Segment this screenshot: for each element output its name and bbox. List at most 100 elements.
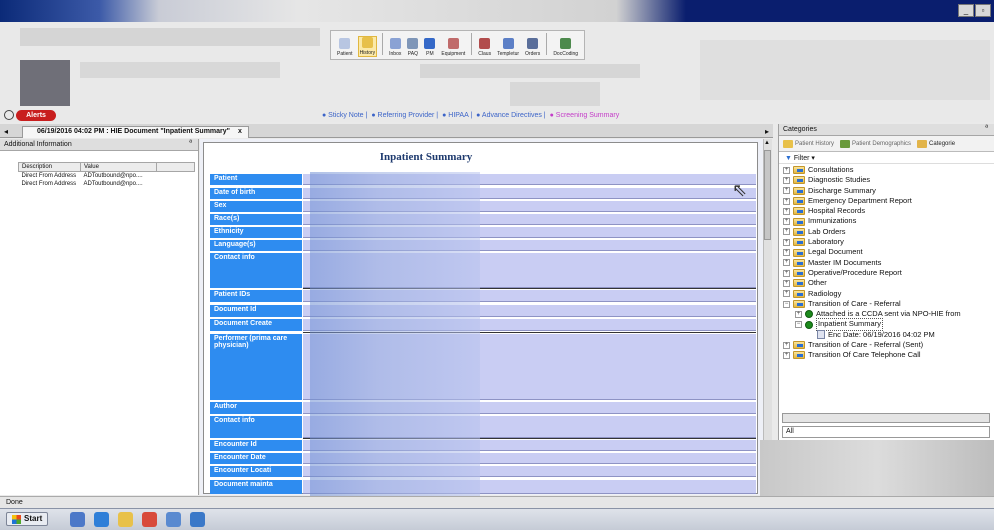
toolbar-paq-button[interactable]: PAQ	[406, 38, 419, 57]
expand-icon[interactable]: +	[783, 218, 790, 226]
tree-node[interactable]: + Emergency Department Report	[783, 196, 994, 206]
field-label: Contact info	[210, 416, 302, 438]
toolbar-label: Orders	[525, 51, 541, 57]
tab-scroll-right-icon[interactable]: ▸	[765, 127, 769, 136]
expand-icon[interactable]: +	[783, 351, 790, 359]
folder-icon	[793, 227, 805, 236]
field-label: Document Id	[210, 305, 302, 317]
cell-description: Direct From Address	[21, 180, 77, 187]
tree-node-label: Radiology	[808, 288, 842, 298]
tree-node-label: Legal Document	[808, 247, 863, 257]
cell-value: ADToutbound@npo....	[83, 180, 143, 187]
column-header-value[interactable]: Value	[80, 162, 157, 172]
tree-node[interactable]: + Radiology	[783, 289, 994, 299]
category-filter-combo[interactable]: All	[782, 426, 990, 438]
scrollbar-thumb[interactable]	[764, 150, 771, 240]
scroll-up-icon[interactable]: ▲	[764, 140, 770, 146]
quick-link-screening-summary[interactable]: ● Screening Summary	[550, 112, 620, 119]
templetur-icon	[502, 38, 514, 49]
field-label: Race(s)	[210, 214, 302, 225]
tree-node[interactable]: + Master IM Documents	[783, 258, 994, 268]
field-label: Document mainta	[210, 480, 302, 494]
tree-node[interactable]: + Laboratory	[783, 237, 994, 247]
pin-icon[interactable]: ª	[985, 125, 988, 132]
tree-node[interactable]: + Transition of Care - Referral (Sent)	[783, 340, 994, 350]
toolbar-patient-button[interactable]: Patient	[336, 38, 354, 57]
toolbar-label: Claus	[478, 51, 492, 57]
quick-link-referring-provider[interactable]: ● Referring Provider |	[371, 112, 438, 119]
taskbar-app-icon[interactable]	[142, 512, 157, 527]
tab-patient-demographics[interactable]: Patient Demographics	[840, 139, 911, 148]
expand-icon[interactable]: +	[783, 249, 790, 257]
expand-icon[interactable]: +	[783, 176, 790, 184]
categories-tabs: Patient History Patient Demographics Cat…	[779, 136, 994, 152]
quick-link-sticky-note[interactable]: ● Sticky Note |	[322, 112, 367, 119]
pin-icon[interactable]: ª	[189, 140, 192, 147]
tree-node[interactable]: + Other	[783, 278, 994, 288]
table-row[interactable]: Direct From Address ADToutbound@npo....	[19, 172, 195, 180]
taskbar-app-icon[interactable]	[166, 512, 181, 527]
toolbar-doccoding-button[interactable]: DocCoding	[552, 38, 579, 57]
tree-node[interactable]: + Lab Orders	[783, 227, 994, 237]
minimize-icon[interactable]: _	[958, 4, 974, 17]
toolbar-history-button[interactable]: History	[357, 36, 378, 57]
expand-icon[interactable]: +	[783, 166, 790, 174]
expand-icon[interactable]: +	[783, 207, 790, 215]
expand-icon[interactable]: +	[783, 187, 790, 195]
tree-node-label: Emergency Department Report	[808, 195, 912, 205]
alerts-button[interactable]: Alerts	[16, 110, 56, 121]
tree-node[interactable]: + Immunizations	[783, 216, 994, 226]
toolbar-templetur-button[interactable]: Templetur	[496, 38, 520, 57]
expand-icon[interactable]: +	[783, 197, 790, 205]
tree-node-label: Operative/Procedure Report	[808, 267, 902, 277]
toolbar-equipment-button[interactable]: Equipment	[440, 38, 466, 57]
collapse-icon[interactable]: −	[795, 321, 802, 329]
tab-categories[interactable]: Categorie	[917, 139, 955, 148]
toolbar-orders-button[interactable]: Orders	[524, 38, 541, 57]
tree-node[interactable]: + Diagnostic Studies	[783, 175, 994, 185]
start-button[interactable]: Start	[6, 512, 49, 526]
taskbar-app-icon[interactable]	[190, 512, 205, 527]
quick-link-hipaa[interactable]: ● HIPAA |	[442, 112, 472, 119]
tree-node[interactable]: + Consultations	[783, 165, 994, 175]
toolbar-pm-button[interactable]: PM	[423, 38, 436, 57]
taskbar-app-icon[interactable]	[94, 512, 109, 527]
table-row[interactable]: Direct From Address ADToutbound@npo....	[19, 180, 195, 188]
expand-icon[interactable]: +	[783, 290, 790, 298]
tree-node[interactable]: + Transition Of Care Telephone Call	[783, 350, 994, 360]
expand-icon[interactable]: +	[783, 228, 790, 236]
collapse-icon[interactable]: −	[783, 300, 790, 308]
column-header-description[interactable]: Description	[18, 162, 81, 172]
folder-icon	[793, 289, 805, 298]
taskbar-app-icon[interactable]	[70, 512, 85, 527]
tree-node[interactable]: − Inpatient Summary	[783, 318, 994, 331]
toolbar-inbox-button[interactable]: Inbox	[388, 38, 402, 57]
quick-link-advance-directives[interactable]: ● Advance Directives |	[476, 112, 545, 119]
expand-icon[interactable]: +	[783, 269, 790, 277]
tree-node[interactable]: Enc Date: 06/19/2016 04:02 PM	[783, 330, 994, 340]
folder-icon	[793, 197, 805, 206]
expand-icon[interactable]: +	[783, 341, 790, 349]
tree-node-label: Lab Orders	[808, 226, 846, 236]
tree-horizontal-scrollbar[interactable]	[782, 413, 990, 423]
restore-icon[interactable]: ▫	[975, 4, 991, 17]
expand-icon[interactable]: +	[795, 310, 802, 318]
toolbar-claus-button[interactable]: Claus	[477, 38, 492, 57]
tab-patient-history[interactable]: Patient History	[783, 139, 834, 148]
tree-node[interactable]: + Attached is a CCDA sent via NPO-HIE fro…	[783, 309, 994, 319]
windows-logo-icon	[12, 514, 21, 524]
expand-icon[interactable]: +	[783, 279, 790, 287]
tab-inpatient-summary[interactable]: 06/19/2016 04:02 PM : HIE Document "Inpa…	[22, 126, 249, 138]
close-tab-icon[interactable]: x	[238, 128, 242, 135]
expand-icon[interactable]: +	[783, 238, 790, 246]
tree-node[interactable]: + Discharge Summary	[783, 186, 994, 196]
tree-node[interactable]: − Transition of Care - Referral	[783, 299, 994, 309]
field-label: Document Create	[210, 319, 302, 331]
tree-node[interactable]: + Legal Document	[783, 247, 994, 257]
taskbar-app-icon[interactable]	[118, 512, 133, 527]
tab-scroll-left-icon[interactable]: ◂	[4, 127, 8, 136]
tree-node[interactable]: + Hospital Records	[783, 206, 994, 216]
expand-icon[interactable]: +	[783, 259, 790, 267]
tree-node[interactable]: + Operative/Procedure Report	[783, 268, 994, 278]
filter-dropdown[interactable]: ▼ Filter ▾	[779, 152, 994, 164]
